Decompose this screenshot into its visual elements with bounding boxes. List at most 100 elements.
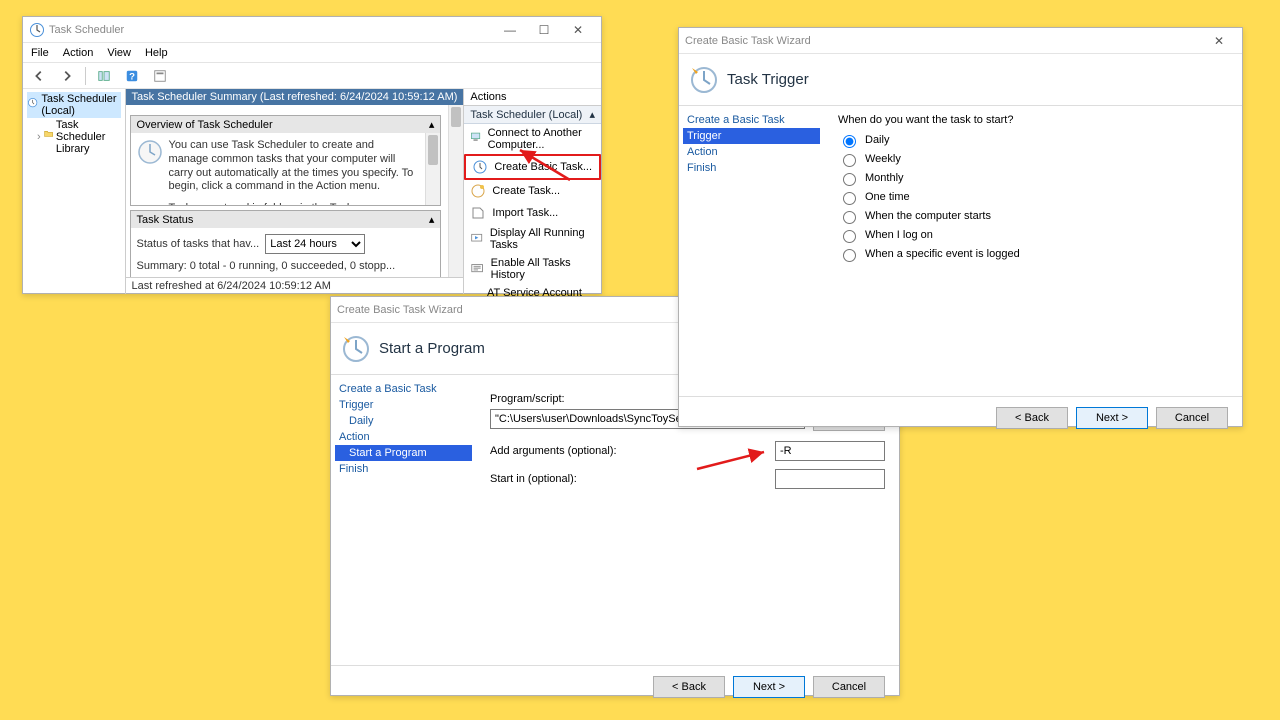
maximize-button[interactable]: ☐: [527, 17, 561, 43]
menu-bar: File Action View Help: [23, 43, 601, 63]
radio-label: When I log on: [865, 229, 933, 241]
actions-pane: Actions Task Scheduler (Local) ▴ Connect…: [463, 89, 601, 294]
wizard-buttons: < Back Next > Cancel: [679, 396, 1242, 439]
cancel-button[interactable]: Cancel: [813, 676, 885, 698]
wizard-title: Create Basic Task Wizard: [337, 304, 463, 316]
action-create-basic-task[interactable]: Create Basic Task...: [464, 154, 601, 180]
action-label: Import Task...: [492, 207, 558, 219]
radio-monthly[interactable]: Monthly: [838, 170, 1228, 186]
action-label: Display All Running Tasks: [490, 227, 595, 251]
wizard-steps: Create a Basic Task Trigger Daily Action…: [331, 375, 476, 665]
step-finish[interactable]: Finish: [335, 461, 472, 477]
radio-input[interactable]: [843, 173, 856, 186]
step-daily[interactable]: Daily: [335, 413, 472, 429]
radio-input[interactable]: [843, 192, 856, 205]
radio-event[interactable]: When a specific event is logged: [838, 246, 1228, 262]
action-import-task[interactable]: Import Task...: [464, 202, 601, 224]
radio-input[interactable]: [843, 230, 856, 243]
running-icon: [470, 231, 483, 247]
chevron-up-icon: ▴: [429, 213, 435, 226]
cancel-button[interactable]: Cancel: [1156, 407, 1228, 429]
actions-group-label: Task Scheduler (Local): [470, 109, 582, 121]
back-button[interactable]: < Back: [996, 407, 1068, 429]
wizard-body: When do you want the task to start? Dail…: [824, 106, 1242, 396]
summary-header: Task Scheduler Summary (Last refreshed: …: [126, 89, 464, 105]
task-scheduler-window: Task Scheduler — ☐ ✕ File Action View He…: [22, 16, 602, 294]
tree-child[interactable]: › Task Scheduler Library: [27, 118, 121, 156]
radio-input[interactable]: [843, 135, 856, 148]
wizard-heading: Start a Program: [379, 340, 485, 357]
step-start-program[interactable]: Start a Program: [335, 445, 472, 461]
task-status-header[interactable]: Task Status ▴: [131, 211, 441, 228]
overview-body: You can use Task Scheduler to create and…: [131, 133, 441, 205]
close-button[interactable]: ✕: [1202, 28, 1236, 54]
overview-text: You can use Task Scheduler to create and…: [169, 139, 417, 194]
svg-text:?: ?: [129, 71, 135, 82]
menu-help[interactable]: Help: [145, 47, 168, 59]
properties-button[interactable]: [148, 65, 172, 87]
overview-header[interactable]: Overview of Task Scheduler ▴: [131, 116, 441, 133]
step-trigger[interactable]: Trigger: [683, 128, 820, 144]
computer-icon: [470, 131, 481, 147]
task-status-title: Task Status: [137, 214, 194, 226]
tree-root[interactable]: Task Scheduler (Local): [27, 92, 121, 118]
task-status-range-select[interactable]: Last 24 hours: [265, 234, 365, 254]
chevron-up-icon: ▴: [429, 118, 435, 131]
radio-computer-starts[interactable]: When the computer starts: [838, 208, 1228, 224]
chevron-right-icon: ›: [37, 131, 41, 143]
radio-input[interactable]: [843, 249, 856, 262]
startin-input[interactable]: [775, 469, 885, 489]
wizard-heading: Task Trigger: [727, 71, 809, 88]
step-create[interactable]: Create a Basic Task: [683, 112, 820, 128]
action-label: Create Task...: [492, 185, 560, 197]
menu-view[interactable]: View: [107, 47, 131, 59]
radio-label: When a specific event is logged: [865, 248, 1020, 260]
wizard-steps: Create a Basic Task Trigger Action Finis…: [679, 106, 824, 396]
radio-onetime[interactable]: One time: [838, 189, 1228, 205]
step-action[interactable]: Action: [683, 144, 820, 160]
import-icon: [470, 205, 486, 221]
toolbar: ?: [23, 63, 601, 89]
action-display-running[interactable]: Display All Running Tasks: [464, 224, 601, 254]
scrollbar[interactable]: [448, 105, 463, 277]
actions-group-header[interactable]: Task Scheduler (Local) ▴: [464, 106, 601, 124]
action-enable-history[interactable]: Enable All Tasks History: [464, 254, 601, 284]
chevron-up-icon: ▴: [589, 108, 595, 121]
radio-weekly[interactable]: Weekly: [838, 151, 1228, 167]
nav-back-button[interactable]: [27, 65, 51, 87]
navigation-tree: Task Scheduler (Local) › Task Scheduler …: [23, 89, 126, 294]
task-status-body: Status of tasks that hav... Last 24 hour…: [131, 228, 441, 277]
step-create[interactable]: Create a Basic Task: [335, 381, 472, 397]
minimize-button[interactable]: —: [493, 17, 527, 43]
action-create-task[interactable]: Create Task...: [464, 180, 601, 202]
scrollbar[interactable]: [425, 133, 440, 205]
action-label: Enable All Tasks History: [491, 257, 595, 281]
next-button[interactable]: Next >: [733, 676, 805, 698]
radio-logon[interactable]: When I log on: [838, 227, 1228, 243]
radio-input[interactable]: [843, 211, 856, 224]
close-button[interactable]: ✕: [561, 17, 595, 43]
history-icon: [470, 261, 484, 277]
columns-button[interactable]: [92, 65, 116, 87]
step-finish[interactable]: Finish: [683, 160, 820, 176]
step-action[interactable]: Action: [335, 429, 472, 445]
trigger-prompt: When do you want the task to start?: [838, 114, 1228, 126]
next-button[interactable]: Next >: [1076, 407, 1148, 429]
radio-label: Daily: [865, 134, 889, 146]
radio-input[interactable]: [843, 154, 856, 167]
window-title: Task Scheduler: [49, 24, 124, 36]
action-connect[interactable]: Connect to Another Computer...: [464, 124, 601, 154]
tree-root-label: Task Scheduler (Local): [41, 93, 120, 117]
nav-forward-button[interactable]: [55, 65, 79, 87]
titlebar: Task Scheduler — ☐ ✕: [23, 17, 601, 43]
menu-action[interactable]: Action: [63, 47, 94, 59]
wizard-trigger-window: Create Basic Task Wizard ✕ Task Trigger …: [678, 27, 1243, 427]
back-button[interactable]: < Back: [653, 676, 725, 698]
args-input[interactable]: [775, 441, 885, 461]
clock-icon: [29, 22, 45, 38]
step-trigger[interactable]: Trigger: [335, 397, 472, 413]
menu-file[interactable]: File: [31, 47, 49, 59]
folder-icon: [44, 129, 53, 145]
radio-daily[interactable]: Daily: [838, 132, 1228, 148]
help-button[interactable]: ?: [120, 65, 144, 87]
